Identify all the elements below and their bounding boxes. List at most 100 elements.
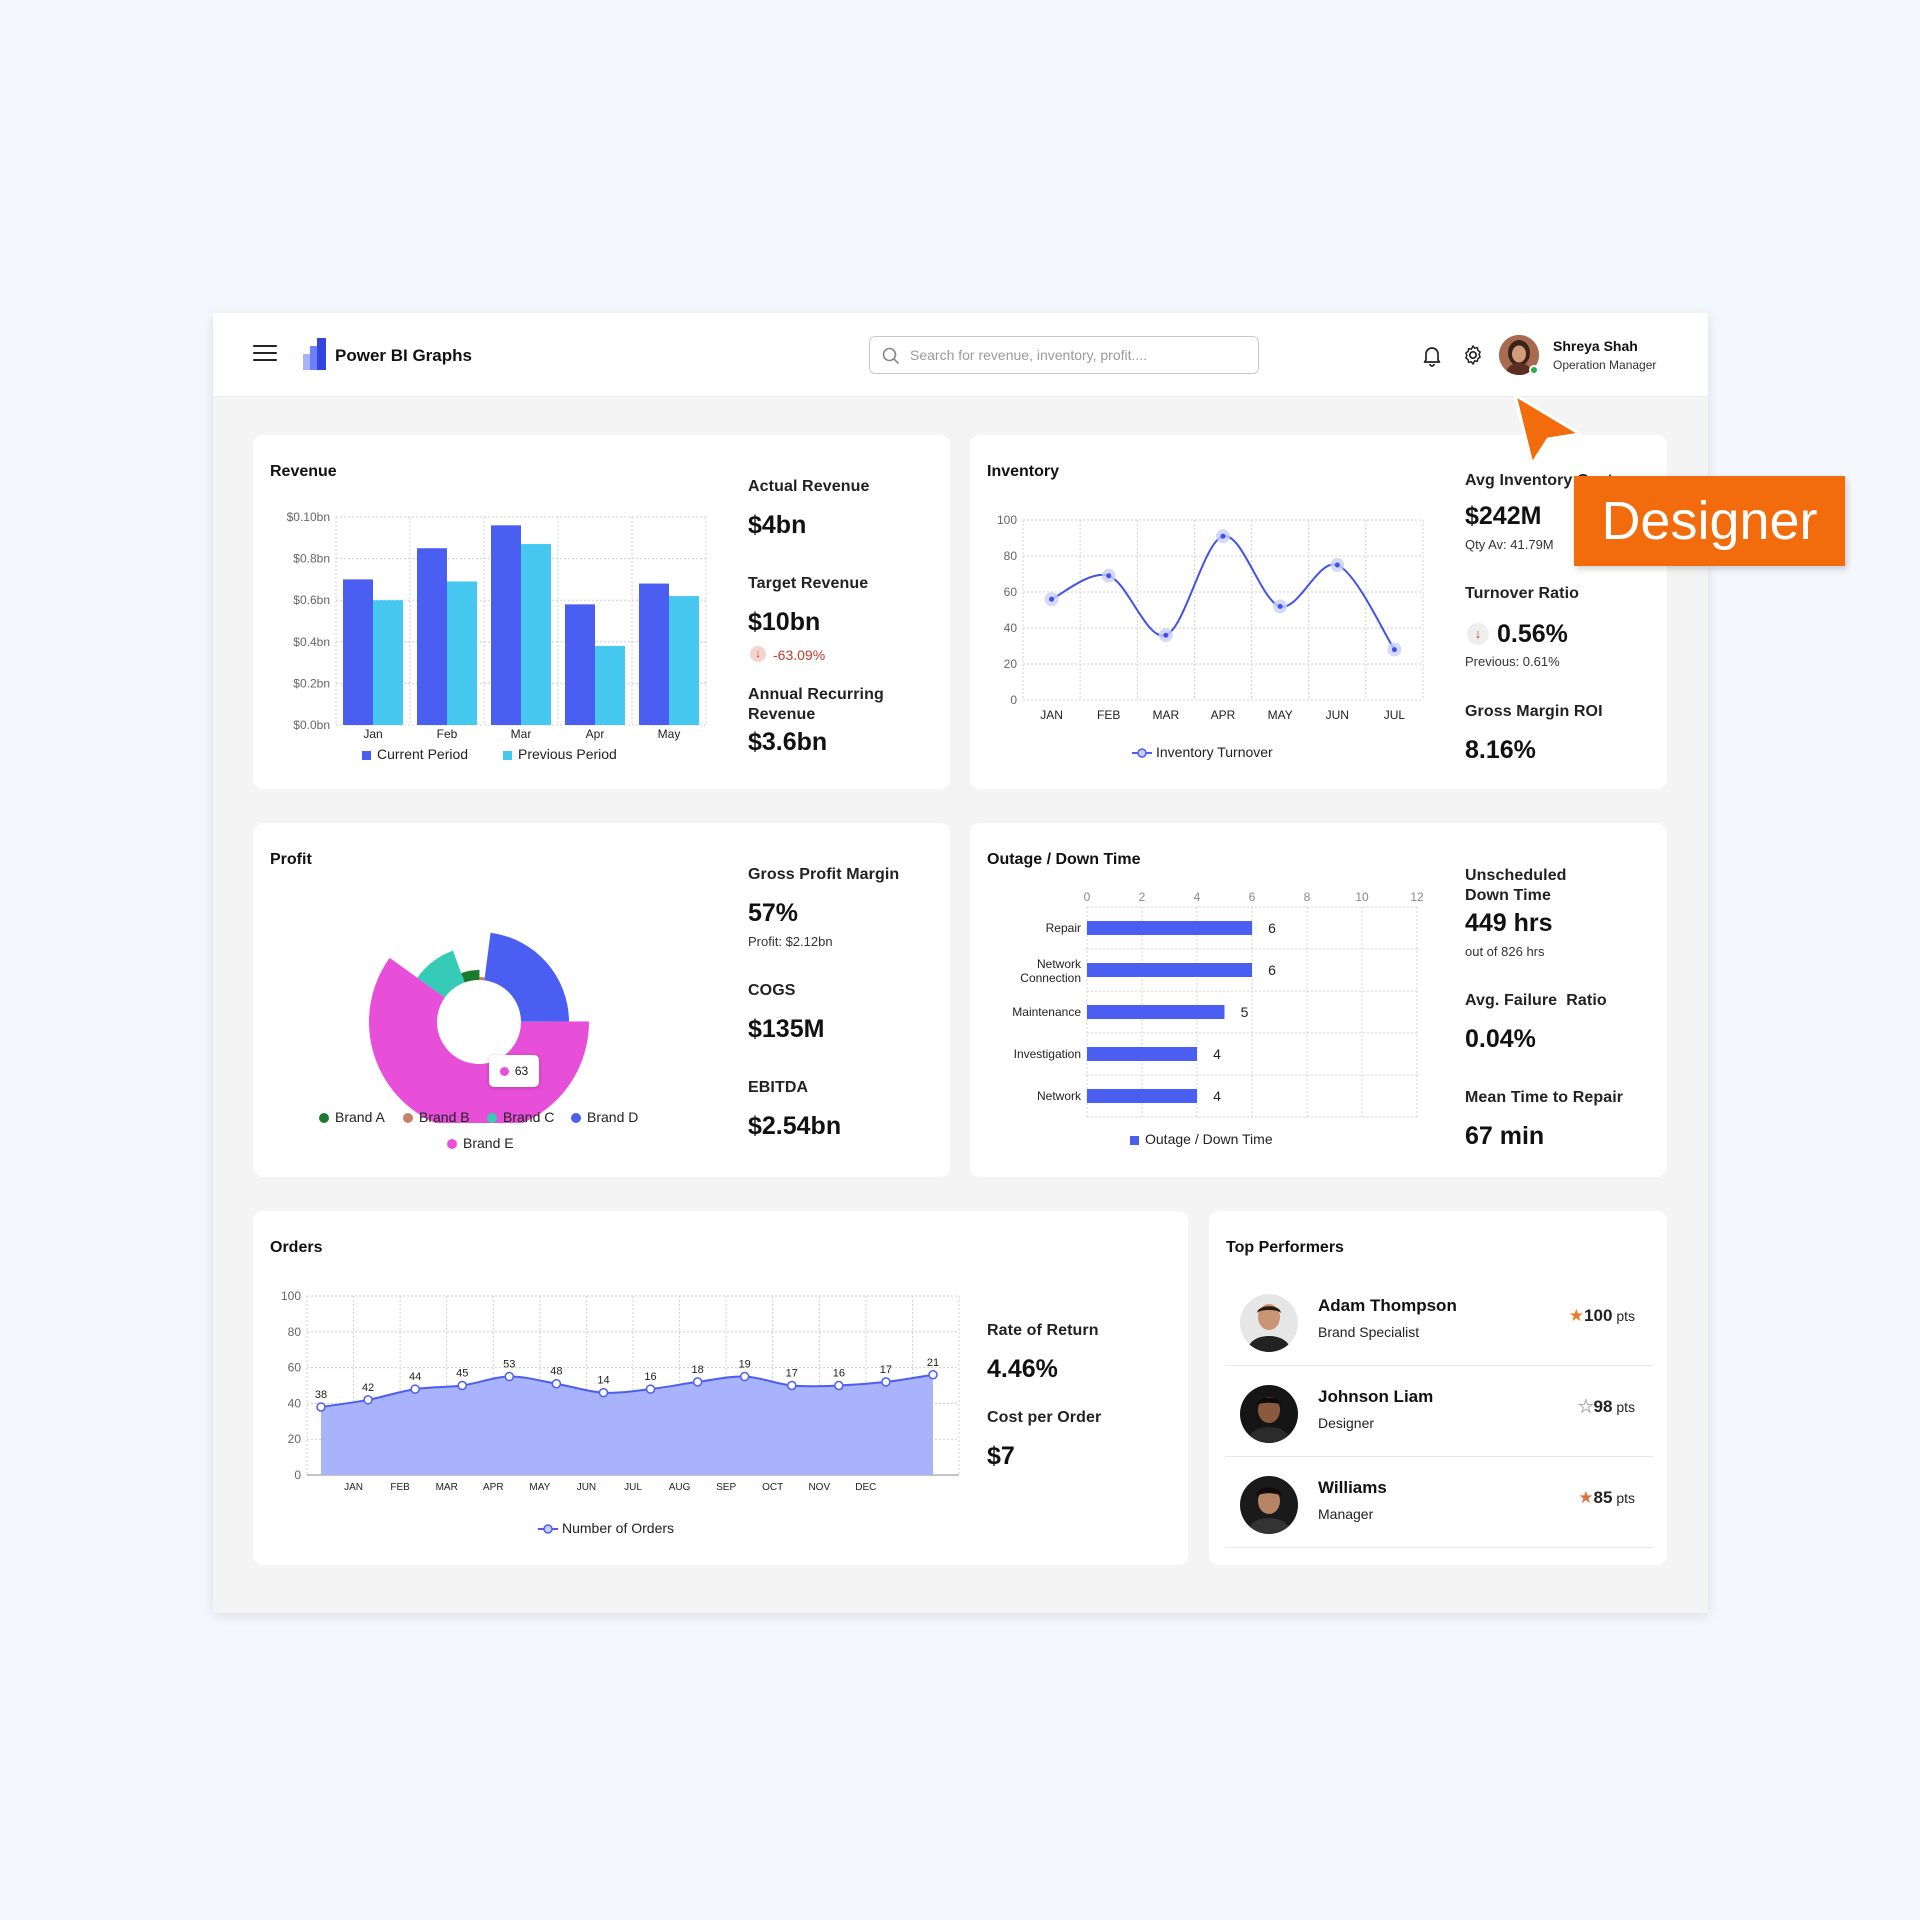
gross-margin-roi-value: 8.16% — [1465, 736, 1536, 764]
avg-failure-ratio-value: 0.04% — [1465, 1025, 1536, 1053]
star-icon: ★ — [1578, 1488, 1594, 1507]
revenue-chart: $0.0bn $0.2bn $0.4bn $0.6bn $0.8bn $0.10bn Jan… — [287, 510, 707, 741]
bar-value-label: 4 — [1213, 1088, 1221, 1104]
performer-name: Johnson Liam — [1318, 1387, 1434, 1406]
search-icon — [882, 347, 900, 365]
data-label: 38 — [315, 1389, 327, 1401]
orders-card: Orders 0 20 40 60 80 100 38 42 44 45 53 48 14 16 18 19 1… — [253, 1211, 1188, 1565]
data-label: 18 — [691, 1364, 703, 1376]
x-tick-label: DEC — [855, 1482, 876, 1493]
x-tick-label: FEB — [1097, 708, 1120, 722]
bar-value-label: 6 — [1268, 962, 1276, 978]
x-tick-label: MAR — [436, 1482, 458, 1493]
bar-current-period — [639, 583, 669, 725]
data-point — [457, 1380, 467, 1391]
y-tick-label: 40 — [288, 1396, 302, 1410]
data-label: 17 — [786, 1368, 798, 1380]
hbar — [1087, 1089, 1197, 1103]
revenue-card: Revenue $0.0bn $0.2bn $0.4bn $0.6bn $0.8bn $0… — [253, 435, 950, 789]
bar-previous-period — [595, 645, 625, 725]
profit-sub: Profit: $2.12bn — [748, 934, 833, 949]
app-title: Power BI Graphs — [335, 346, 472, 365]
bell-icon[interactable] — [1420, 343, 1444, 367]
gross-profit-margin-label: Gross Profit Margin — [748, 866, 900, 883]
legend-inventory-turnover: Inventory Turnover — [1132, 744, 1273, 760]
data-point — [928, 1370, 938, 1380]
data-point — [645, 1384, 656, 1394]
arr-value: $3.6bn — [748, 728, 828, 756]
data-point-center — [1334, 562, 1340, 568]
data-point — [410, 1384, 420, 1394]
y-tick-label: $0.6bn — [293, 593, 330, 607]
data-point — [692, 1377, 703, 1387]
hbar — [1087, 1005, 1225, 1019]
rate-of-return-label: Rate of Return — [987, 1322, 1099, 1339]
data-point — [787, 1380, 797, 1391]
x-tick-label: JUN — [1326, 708, 1349, 722]
x-tick-label: JAN — [1040, 708, 1063, 722]
bar-value-label: 5 — [1241, 1004, 1249, 1020]
gear-icon[interactable] — [1461, 343, 1485, 367]
bar-current-period — [491, 525, 521, 725]
x-tick-label: JAN — [344, 1482, 363, 1493]
legend-previous-period: Previous Period — [503, 746, 617, 762]
qty-average: Qty Av: 41.79M — [1465, 537, 1554, 552]
performer-role: Brand Specialist — [1318, 1324, 1420, 1340]
top-performers-card: Top Performers Adam Thompson Brand Speci… — [1209, 1211, 1667, 1565]
chart-tooltip: 63 — [489, 1055, 539, 1087]
search-input[interactable] — [910, 343, 1240, 367]
x-tick-label: 2 — [1139, 890, 1146, 904]
y-tick-label: 80 — [1004, 549, 1018, 563]
y-tick-label: $0.10bn — [287, 510, 330, 524]
performer-role: Manager — [1318, 1506, 1374, 1522]
y-tick-label: 80 — [288, 1325, 302, 1339]
cost-per-order-value: $7 — [987, 1442, 1015, 1470]
x-tick-label: Mar — [511, 727, 532, 741]
data-point-center — [1049, 596, 1055, 602]
y-tick-label: Repair — [1046, 921, 1081, 935]
x-tick-label: Feb — [437, 727, 458, 741]
y-tick-label: $0.2bn — [293, 676, 330, 690]
data-point — [881, 1377, 891, 1387]
x-tick-label: 6 — [1249, 890, 1256, 904]
x-tick-label: JUL — [1384, 708, 1406, 722]
search-box[interactable] — [869, 336, 1259, 374]
x-tick-label: Jan — [363, 727, 382, 741]
data-label: 16 — [833, 1368, 845, 1380]
performer-row[interactable]: Williams Manager ★85 pts — [1225, 1458, 1653, 1548]
avg-failure-ratio-label: Avg. Failure Ratio — [1465, 992, 1607, 1009]
x-tick-label: 12 — [1410, 890, 1424, 904]
turnover-ratio-value: 0.56% — [1497, 620, 1568, 648]
legend-current-period: Current Period — [362, 746, 468, 762]
arr-label: Annual Recurring Revenue — [748, 686, 884, 723]
data-label: 17 — [880, 1364, 892, 1376]
legend-brand-e: Brand E — [447, 1135, 514, 1151]
legend-brand-c: Brand C — [487, 1109, 554, 1125]
target-revenue-change: -63.09% — [773, 647, 826, 663]
y-tick-label: 20 — [1004, 657, 1018, 671]
bar-previous-period — [521, 544, 551, 725]
y-tick-label: $0.4bn — [293, 635, 330, 649]
ebitda-label: EBITDA — [748, 1079, 809, 1096]
gross-margin-roi-label: Gross Margin ROI — [1465, 703, 1603, 720]
card-title: Top Performers — [1226, 1239, 1344, 1256]
data-label: 16 — [644, 1371, 656, 1383]
x-tick-label: 0 — [1084, 890, 1091, 904]
legend-number-of-orders: Number of Orders — [538, 1520, 674, 1536]
arrow-down-icon: ↓ — [1467, 623, 1489, 645]
donut-slice-brand-a — [461, 970, 480, 983]
data-label: 48 — [550, 1366, 562, 1378]
performer-role: Designer — [1318, 1415, 1375, 1431]
unscheduled-downtime-value: 449 hrs — [1465, 909, 1553, 937]
performer-row[interactable]: Johnson Liam Designer ★98 pts — [1225, 1367, 1653, 1457]
online-status-icon — [1529, 365, 1539, 375]
top-bar: Power BI Graphs Shreya Shah Operation Ma… — [213, 313, 1708, 397]
y-tick-label: 60 — [1004, 585, 1018, 599]
unscheduled-downtime-sub: out of 826 hrs — [1465, 944, 1545, 959]
data-label: 19 — [739, 1359, 751, 1371]
x-tick-label: May — [658, 727, 681, 741]
hamburger-menu-icon[interactable] — [253, 345, 277, 365]
performer-row[interactable]: Adam Thompson Brand Specialist ★100 pts — [1225, 1276, 1653, 1366]
data-label: 53 — [503, 1359, 515, 1371]
dashboard-window: Power BI Graphs Shreya Shah Operation Ma… — [213, 313, 1708, 1613]
